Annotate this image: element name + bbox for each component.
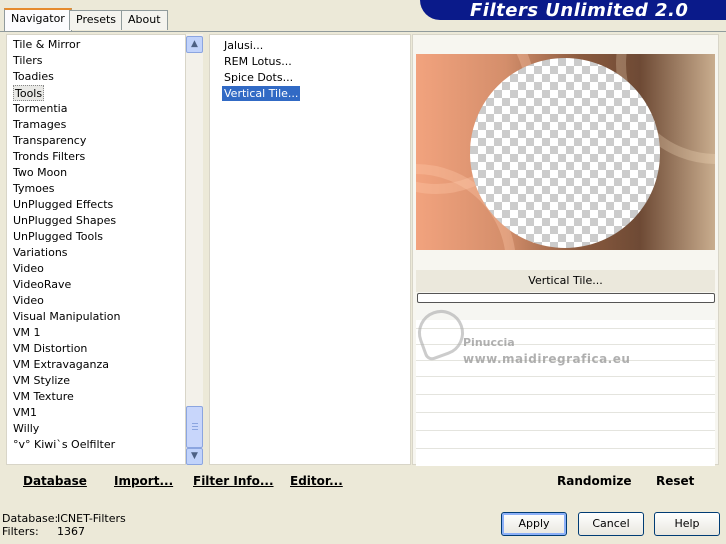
- category-item[interactable]: VM Extravaganza: [13, 357, 109, 373]
- import-link[interactable]: Import...: [114, 474, 173, 488]
- scroll-down-button[interactable]: ▼: [186, 448, 203, 465]
- category-item[interactable]: Tile & Mirror: [13, 37, 80, 53]
- category-item[interactable]: VM1: [13, 405, 37, 421]
- top-bar: Navigator Presets About Filters Unlimite…: [0, 0, 726, 32]
- tab-divider: [0, 31, 726, 32]
- database-link[interactable]: Database: [23, 474, 87, 488]
- category-item[interactable]: Tools: [13, 85, 45, 101]
- filter-item[interactable]: Spice Dots...: [222, 70, 295, 85]
- category-item[interactable]: Willy: [13, 421, 39, 437]
- filter-list[interactable]: Jalusi... REM Lotus... Spice Dots... Vertic…: [209, 34, 411, 465]
- right-link-bar: Randomize Reset: [416, 466, 719, 494]
- help-button[interactable]: Help: [654, 512, 720, 536]
- status-database-label: Database:: [2, 512, 59, 525]
- category-item[interactable]: Toadies: [13, 69, 54, 85]
- category-item[interactable]: Tronds Filters: [13, 149, 85, 165]
- category-list[interactable]: Tile & Mirror Tilers Toadies Tools Tormentia…: [6, 34, 186, 465]
- category-item[interactable]: UnPlugged Tools: [13, 229, 103, 245]
- left-link-bar: Database Import... Filter Info... Editor…: [6, 466, 411, 494]
- category-item[interactable]: °v° Kiwi`s Oelfilter: [13, 437, 115, 453]
- watermark-url: www.maidiregrafica.eu: [463, 352, 631, 366]
- category-item[interactable]: VM Stylize: [13, 373, 70, 389]
- cancel-button[interactable]: Cancel: [578, 512, 644, 536]
- tab-presets[interactable]: Presets: [69, 10, 124, 30]
- category-item[interactable]: Tilers: [13, 53, 43, 69]
- reset-link[interactable]: Reset: [656, 474, 694, 488]
- category-item[interactable]: Video: [13, 293, 44, 309]
- brand-title: Filters Unlimited 2.0: [470, 0, 689, 21]
- watermark-name: Pinuccia: [463, 336, 515, 349]
- transparent-circle: [470, 58, 660, 248]
- category-item[interactable]: Visual Manipulation: [13, 309, 120, 325]
- status-filters: Filters: 1367: [2, 525, 85, 538]
- category-item[interactable]: VM Distortion: [13, 341, 87, 357]
- randomize-link[interactable]: Randomize: [557, 474, 631, 488]
- preview-filter-label: Vertical Tile...: [416, 270, 715, 292]
- category-item[interactable]: VM Texture: [13, 389, 74, 405]
- category-item[interactable]: Transparency: [13, 133, 86, 149]
- filter-info-link[interactable]: Filter Info...: [193, 474, 274, 488]
- category-item[interactable]: UnPlugged Effects: [13, 197, 113, 213]
- status-database-value: ICNET-Filters: [57, 512, 126, 525]
- tab-navigator[interactable]: Navigator: [4, 8, 72, 32]
- filter-item[interactable]: REM Lotus...: [222, 54, 294, 69]
- category-item[interactable]: Tramages: [13, 117, 66, 133]
- filter-item[interactable]: Jalusi...: [222, 38, 265, 53]
- category-item[interactable]: Video: [13, 261, 44, 277]
- scroll-up-button[interactable]: ▲: [186, 36, 203, 53]
- category-item[interactable]: VideoRave: [13, 277, 71, 293]
- category-item[interactable]: VM 1: [13, 325, 41, 341]
- status-filters-value: 1367: [57, 525, 85, 538]
- tab-about[interactable]: About: [121, 10, 168, 30]
- category-item[interactable]: Tymoes: [13, 181, 54, 197]
- progress-bar: [417, 293, 715, 303]
- filter-item[interactable]: Vertical Tile...: [222, 86, 301, 101]
- category-item[interactable]: Two Moon: [13, 165, 67, 181]
- category-item[interactable]: UnPlugged Shapes: [13, 213, 116, 229]
- editor-link[interactable]: Editor...: [290, 474, 343, 488]
- category-item[interactable]: Tormentia: [13, 101, 67, 117]
- status-filters-label: Filters:: [2, 525, 39, 538]
- preview-image: [416, 54, 715, 250]
- scroll-thumb[interactable]: [186, 406, 203, 448]
- category-scrollbar[interactable]: ▲ ▼: [186, 34, 203, 465]
- apply-button[interactable]: Apply: [501, 512, 567, 536]
- category-item[interactable]: Variations: [13, 245, 68, 261]
- status-database: Database: ICNET-Filters: [2, 512, 126, 525]
